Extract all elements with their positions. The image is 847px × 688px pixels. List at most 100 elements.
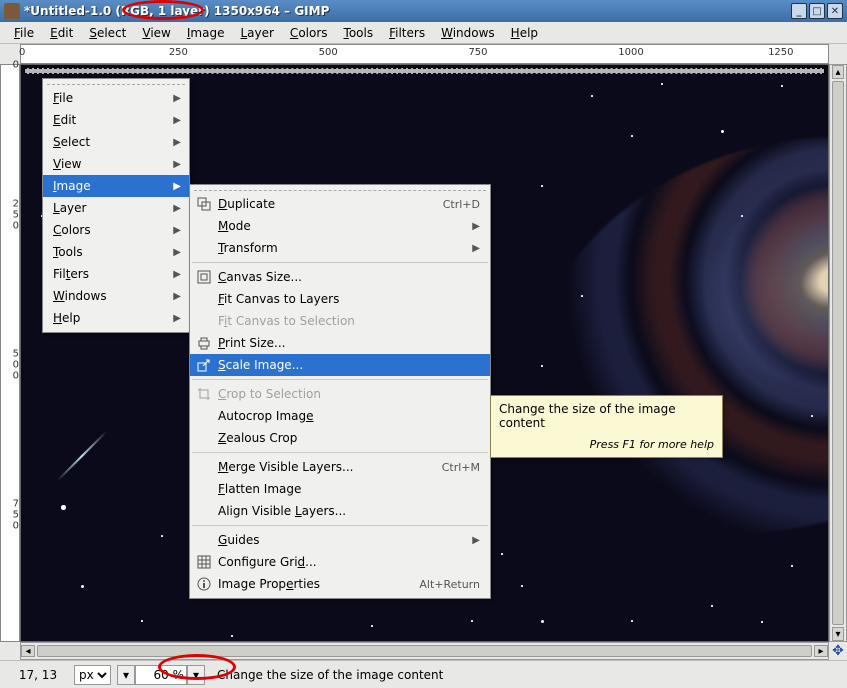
- ruler-h-label: 750: [468, 47, 487, 58]
- context-menu-item-colors[interactable]: Colors▶: [43, 219, 189, 241]
- submenu-item-crop-to-selection: Crop to Selection: [190, 383, 490, 405]
- star: [661, 83, 663, 85]
- menu-colors[interactable]: Colors: [282, 24, 336, 42]
- context-menu-item-layer[interactable]: Layer▶: [43, 197, 189, 219]
- submenu-item-configure-grid[interactable]: Configure Grid...: [190, 551, 490, 573]
- star: [501, 553, 503, 555]
- menu-file[interactable]: File: [6, 24, 42, 42]
- star: [791, 565, 793, 567]
- submenu-item-fit-canvas-to-selection: Fit Canvas to Selection: [190, 310, 490, 332]
- star: [721, 130, 724, 133]
- submenu-item-align-visible-layers[interactable]: Align Visible Layers...: [190, 500, 490, 522]
- zoom-menu-button[interactable]: ▾: [117, 665, 135, 685]
- ruler-h-label: 1000: [618, 47, 643, 58]
- menu-help[interactable]: Help: [503, 24, 546, 42]
- maximize-button[interactable]: □: [809, 3, 825, 19]
- submenu-item-fit-canvas-to-layers[interactable]: Fit Canvas to Layers: [190, 288, 490, 310]
- context-menu-item-file[interactable]: File▶: [43, 87, 189, 109]
- blank-icon: [196, 291, 212, 307]
- context-menu-item-image[interactable]: Image▶: [43, 175, 189, 197]
- pointer-coordinates: 17, 13: [8, 668, 68, 682]
- submenu-item-image-properties[interactable]: Image PropertiesAlt+Return: [190, 573, 490, 595]
- submenu-item-autocrop-image[interactable]: Autocrop Image: [190, 405, 490, 427]
- ruler-v-label: 0: [1, 60, 21, 71]
- close-button[interactable]: ✕: [827, 3, 843, 19]
- submenu-item-flatten-image[interactable]: Flatten Image: [190, 478, 490, 500]
- context-menu-item-windows[interactable]: Windows▶: [43, 285, 189, 307]
- ruler-h-label: 500: [319, 47, 338, 58]
- scrollbar-horizontal[interactable]: ◂ ▸: [20, 642, 829, 660]
- star: [741, 215, 743, 217]
- star: [591, 95, 593, 97]
- context-menu: File▶Edit▶Select▶View▶Image▶Layer▶Colors…: [42, 78, 190, 333]
- menubar: FileEditSelectViewImageLayerColorsToolsF…: [0, 22, 847, 44]
- submenu-item-transform[interactable]: Transform▶: [190, 237, 490, 259]
- context-menu-item-select[interactable]: Select▶: [43, 131, 189, 153]
- menu-edit[interactable]: Edit: [42, 24, 81, 42]
- context-menu-item-view[interactable]: View▶: [43, 153, 189, 175]
- scroll-thumb-v[interactable]: [832, 81, 844, 625]
- submenu-item-canvas-size[interactable]: Canvas Size...: [190, 266, 490, 288]
- scroll-right-button[interactable]: ▸: [814, 645, 828, 657]
- menu-layer[interactable]: Layer: [232, 24, 281, 42]
- star: [631, 135, 633, 137]
- menu-select[interactable]: Select: [81, 24, 134, 42]
- context-menu-item-filters[interactable]: Filters▶: [43, 263, 189, 285]
- star: [541, 185, 543, 187]
- menu-separator: [192, 379, 488, 380]
- image-content-streak: [57, 431, 108, 482]
- zoom-stepper-button[interactable]: ▾: [187, 665, 205, 685]
- scroll-thumb-h[interactable]: [37, 645, 812, 657]
- menu-filters[interactable]: Filters: [381, 24, 433, 42]
- context-menu-item-tools[interactable]: Tools▶: [43, 241, 189, 263]
- grid-icon: [196, 554, 212, 570]
- menu-separator: [192, 452, 488, 453]
- submenu-item-scale-image[interactable]: Scale Image...: [190, 354, 490, 376]
- zoom-input[interactable]: [135, 665, 187, 685]
- scrollbar-vertical[interactable]: ▴ ▾: [829, 64, 847, 642]
- menu-image[interactable]: Image: [179, 24, 233, 42]
- tooltip: Change the size of the image content Pre…: [490, 395, 723, 458]
- star: [581, 295, 583, 297]
- submenu-item-guides[interactable]: Guides▶: [190, 529, 490, 551]
- star: [231, 635, 233, 637]
- window-title: *Untitled-1.0 (RGB, 1 layer) 1350x964 – …: [24, 4, 789, 18]
- scroll-down-button[interactable]: ▾: [832, 627, 844, 641]
- star: [541, 365, 543, 367]
- star: [371, 625, 373, 627]
- ruler-vertical: 0250500750: [0, 64, 20, 642]
- submenu-item-mode[interactable]: Mode▶: [190, 215, 490, 237]
- print-icon: [196, 335, 212, 351]
- star: [471, 620, 473, 622]
- ruler-h-label: 250: [169, 47, 188, 58]
- blank-icon: [196, 503, 212, 519]
- submenu-item-zealous-crop[interactable]: Zealous Crop: [190, 427, 490, 449]
- menu-tools[interactable]: Tools: [336, 24, 382, 42]
- scroll-left-button[interactable]: ◂: [21, 645, 35, 657]
- context-menu-item-help[interactable]: Help▶: [43, 307, 189, 329]
- minimize-button[interactable]: _: [791, 3, 807, 19]
- context-menu-item-edit[interactable]: Edit▶: [43, 109, 189, 131]
- duplicate-icon: [196, 196, 212, 212]
- tooltip-help: Press F1 for more help: [499, 438, 714, 451]
- blank-icon: [196, 459, 212, 475]
- status-text: Change the size of the image content: [211, 668, 839, 682]
- statusbar: 17, 13 px ▾ ▾ Change the size of the ima…: [0, 660, 847, 688]
- app-icon: [4, 3, 20, 19]
- star: [61, 505, 66, 510]
- unit-select[interactable]: px: [74, 665, 111, 685]
- submenu-item-merge-visible-layers[interactable]: Merge Visible Layers...Ctrl+M: [190, 456, 490, 478]
- scale-icon: [196, 357, 212, 373]
- menu-view[interactable]: View: [134, 24, 178, 42]
- blank-icon: [196, 240, 212, 256]
- menu-separator: [192, 262, 488, 263]
- ruler-h-label: 0: [19, 47, 25, 58]
- selection-marching-ants: [24, 68, 825, 74]
- submenu-item-print-size[interactable]: Print Size...: [190, 332, 490, 354]
- navigation-preview-icon[interactable]: ✥: [829, 642, 847, 660]
- menu-windows[interactable]: Windows: [433, 24, 503, 42]
- star: [761, 621, 763, 623]
- blank-icon: [196, 218, 212, 234]
- scroll-up-button[interactable]: ▴: [832, 65, 844, 79]
- submenu-item-duplicate[interactable]: DuplicateCtrl+D: [190, 193, 490, 215]
